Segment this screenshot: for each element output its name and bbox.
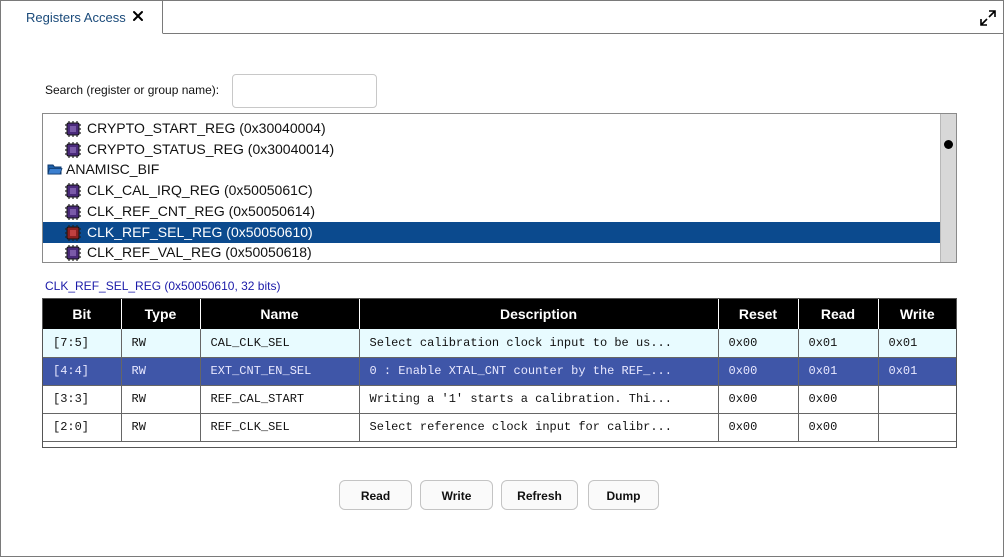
register-fields-table: Bit Type Name Description Reset Read Write [7:… <box>42 298 957 448</box>
chip-icon <box>64 203 82 221</box>
close-icon[interactable] <box>131 9 145 23</box>
tree-register-item[interactable]: CLK_CAL_IRQ_REG (0x5005061C) <box>43 180 941 201</box>
type-cell: RW <box>121 385 201 414</box>
tree-register-item[interactable]: CRYPTO_START_REG (0x30040004) <box>43 118 941 139</box>
column-header[interactable]: Read <box>798 299 879 329</box>
read-button[interactable]: Read <box>339 480 412 510</box>
chip-icon <box>64 224 82 242</box>
chip-icon <box>64 120 82 138</box>
write-cell[interactable]: 0x01 <box>878 357 956 386</box>
bit-cell: [7:5] <box>43 329 122 358</box>
reset-cell: 0x00 <box>718 357 799 386</box>
column-header[interactable]: Type <box>121 299 201 329</box>
name-cell: REF_CLK_SEL <box>200 413 360 442</box>
description-cell: Select calibration clock input to be us.… <box>359 329 719 358</box>
column-header[interactable]: Reset <box>718 299 799 329</box>
tab-label: Registers Access <box>26 10 126 25</box>
chip-icon <box>64 141 82 159</box>
scroll-thumb[interactable] <box>944 140 953 149</box>
reset-cell: 0x00 <box>718 385 799 414</box>
tab-registers-access[interactable]: Registers Access <box>1 1 163 34</box>
folder-icon <box>47 162 63 176</box>
tree-register-item[interactable]: CLK_REF_CNT_REG (0x50050614) <box>43 201 941 222</box>
write-button[interactable]: Write <box>420 480 493 510</box>
tree-item-label: CRYPTO_STATUS_REG (0x30040014) <box>87 140 335 157</box>
type-cell: RW <box>121 357 201 386</box>
bit-cell: [3:3] <box>43 385 122 414</box>
registers-access-panel: Registers Access Search (register or gro… <box>0 0 1004 557</box>
name-cell: REF_CAL_START <box>200 385 360 414</box>
tree-register-item[interactable]: CRYPTO_STATUS_REG (0x30040014) <box>43 139 941 160</box>
read-cell: 0x01 <box>798 329 879 358</box>
table-row[interactable]: [3:3] RW REF_CAL_START Writing a '1' starts… <box>43 385 956 414</box>
bit-cell: [2:0] <box>43 413 122 442</box>
read-cell: 0x01 <box>798 357 879 386</box>
column-header[interactable]: Write <box>878 299 956 329</box>
column-header[interactable]: Name <box>200 299 360 329</box>
chip-icon <box>64 244 82 262</box>
tree-item-label: CLK_CAL_IRQ_REG (0x5005061C) <box>87 182 313 199</box>
read-cell: 0x00 <box>798 413 879 442</box>
type-cell: RW <box>121 329 201 358</box>
reset-cell: 0x00 <box>718 329 799 358</box>
column-header[interactable]: Bit <box>43 299 122 329</box>
tree-item-label: CLK_REF_SEL_REG (0x50050610) <box>87 223 313 240</box>
tree-register-item[interactable]: CLK_REF_VAL_REG (0x50050618) <box>43 242 941 262</box>
write-cell[interactable] <box>878 413 956 442</box>
refresh-button[interactable]: Refresh <box>501 480 578 510</box>
type-cell: RW <box>121 413 201 442</box>
bit-cell: [4:4] <box>43 357 122 386</box>
tree-item-label: CRYPTO_START_REG (0x30040004) <box>87 120 326 136</box>
search-input[interactable] <box>232 74 377 108</box>
table-row[interactable]: [7:5] RW CAL_CLK_SEL Select calibration clo… <box>43 329 956 358</box>
name-cell: EXT_CNT_EN_SEL <box>200 357 360 386</box>
register-tree[interactable]: CRYPTO_START_REG (0x30040004) CRYPTO_STAT… <box>42 113 957 263</box>
register-title: CLK_REF_SEL_REG (0x50050610, 32 bits) <box>45 279 281 293</box>
search-label: Search (register or group name): <box>45 83 220 97</box>
description-cell: Writing a '1' starts a calibration. Thi.… <box>359 385 719 414</box>
tree-group-item[interactable]: ANAMISC_BIF <box>43 159 941 180</box>
dump-button[interactable]: Dump <box>588 480 659 510</box>
tree-item-label: ANAMISC_BIF <box>66 161 160 178</box>
chip-icon <box>64 182 82 200</box>
column-header[interactable]: Description <box>359 299 719 329</box>
name-cell: CAL_CLK_SEL <box>200 329 360 358</box>
tree-item-label: CLK_REF_VAL_REG (0x50050618) <box>87 244 312 261</box>
tab-bar: Registers Access <box>1 1 1003 34</box>
table-row[interactable]: [4:4] RW EXT_CNT_EN_SEL 0 : Enable XTAL_CNT… <box>43 357 956 386</box>
table-row[interactable]: [2:0] RW REF_CLK_SEL Select reference clock… <box>43 413 956 442</box>
description-cell: Select reference clock input for calibr.… <box>359 413 719 442</box>
write-cell[interactable]: 0x01 <box>878 329 956 358</box>
tree-item-label: CLK_REF_CNT_REG (0x50050614) <box>87 202 315 219</box>
reset-cell: 0x00 <box>718 413 799 442</box>
description-cell: 0 : Enable XTAL_CNT counter by the REF_.… <box>359 357 719 386</box>
table-header-row: Bit Type Name Description Reset Read Write <box>43 299 956 329</box>
maximize-icon[interactable] <box>979 9 997 27</box>
write-cell[interactable] <box>878 385 956 414</box>
read-cell: 0x00 <box>798 385 879 414</box>
tree-register-item[interactable]: CLK_REF_SEL_REG (0x50050610) <box>43 221 941 243</box>
tree-scrollbar[interactable] <box>940 114 956 262</box>
